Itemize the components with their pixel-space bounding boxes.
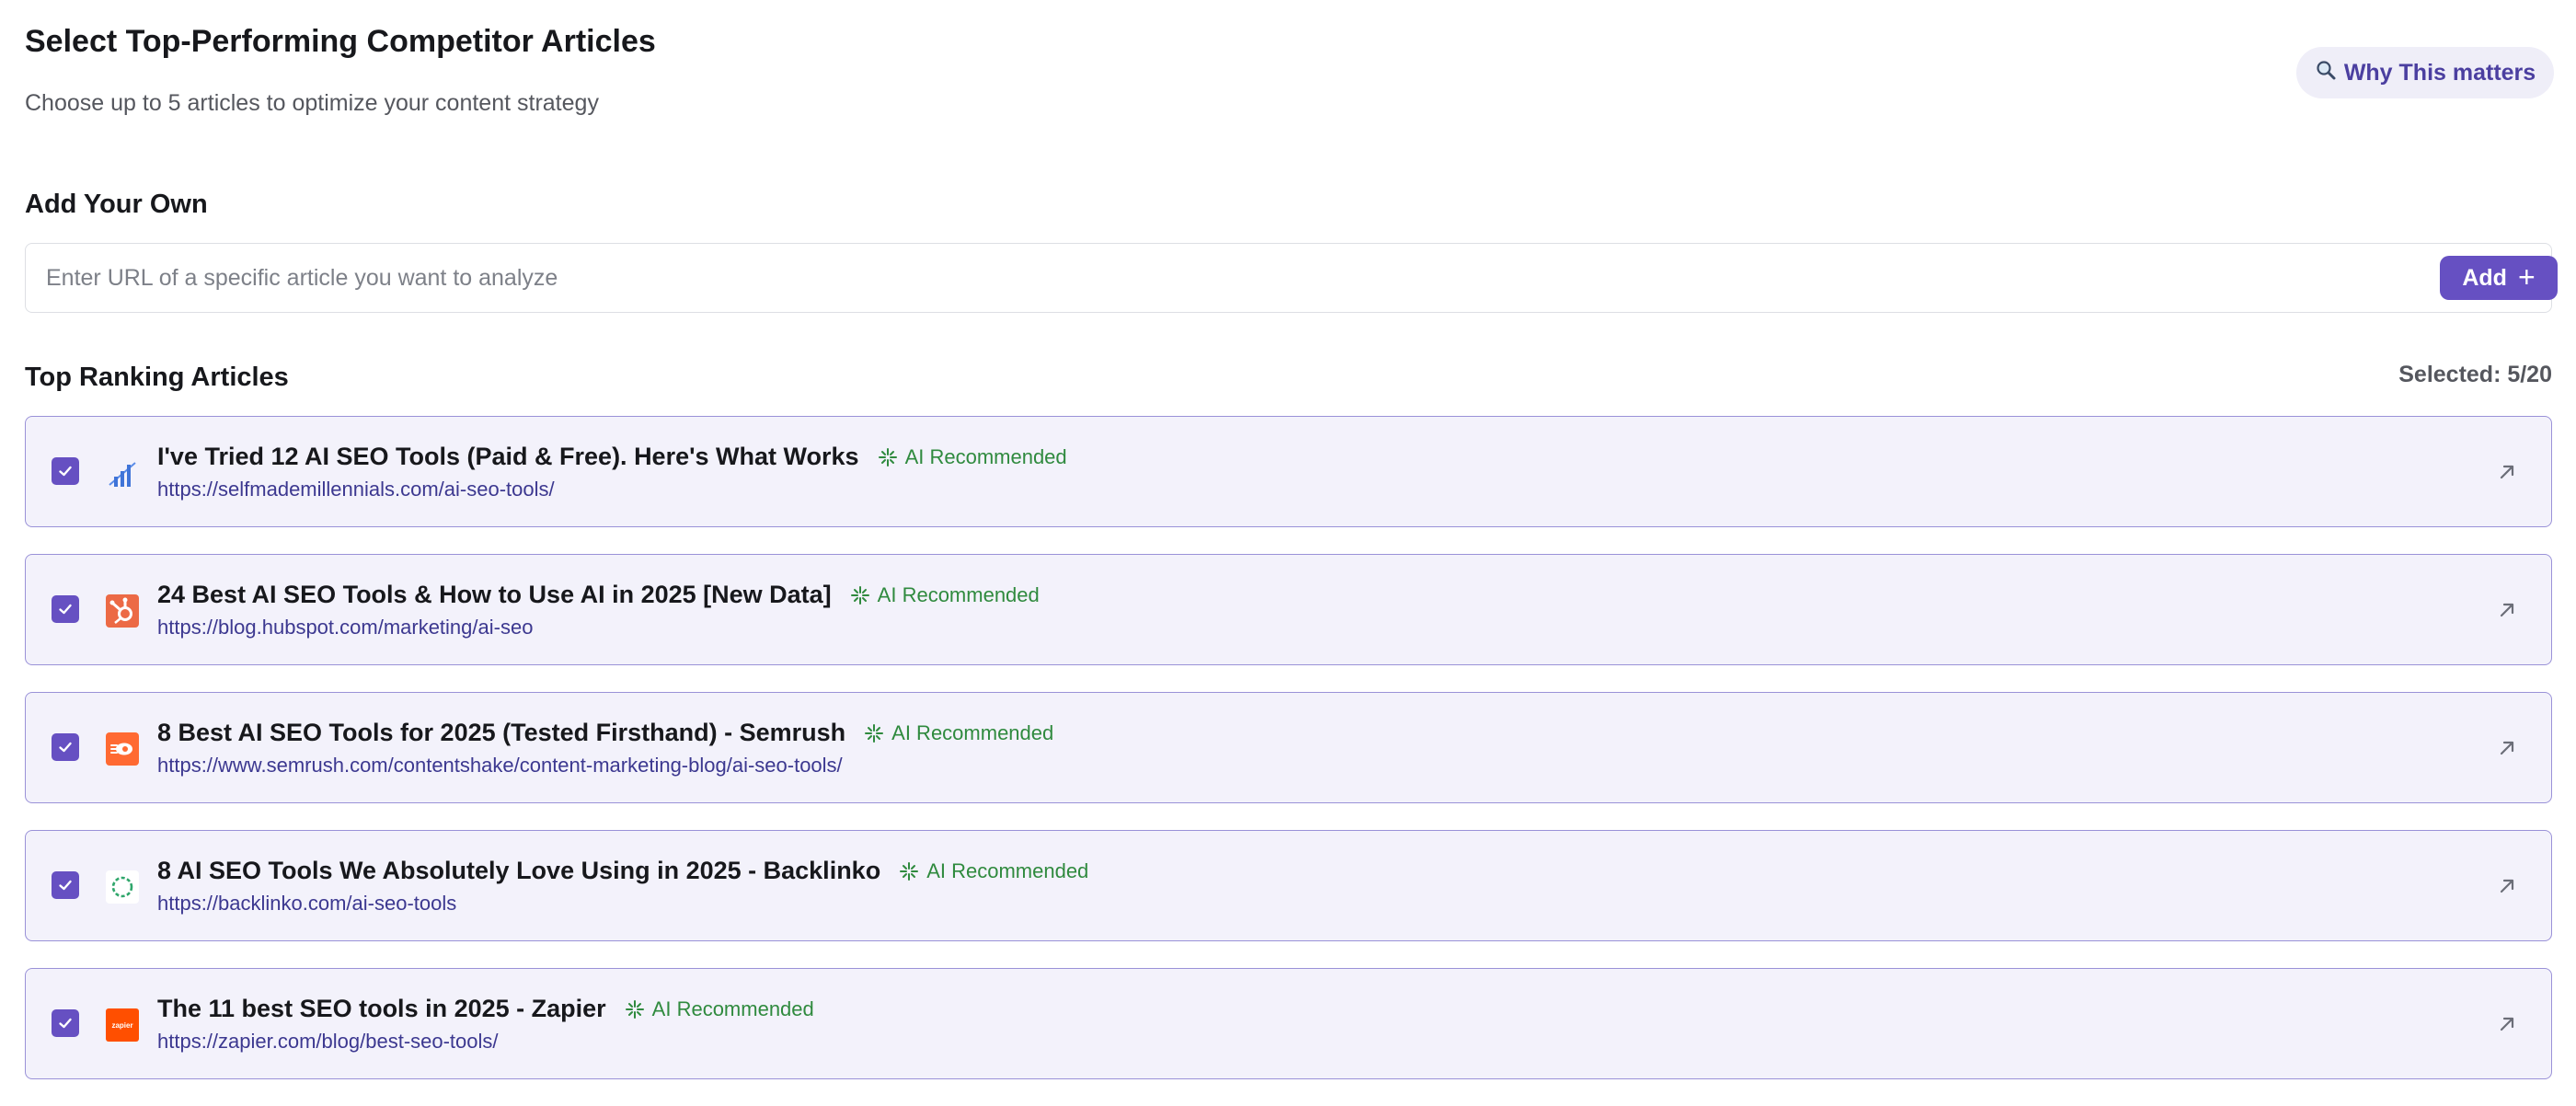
article-card[interactable]: 24 Best AI SEO Tools & How to Use AI in … [25,554,2552,665]
article-title[interactable]: 24 Best AI SEO Tools & How to Use AI in … [157,581,832,609]
why-this-matters-label: Why This matters [2343,59,2536,86]
url-input[interactable] [44,244,2403,313]
backlinko-logo-icon [106,870,139,904]
article-url[interactable]: https://www.semrush.com/contentshake/con… [157,754,843,778]
article-title[interactable]: 8 Best AI SEO Tools for 2025 (Tested Fir… [157,719,845,747]
ai-recommended-badge: AI Recommended [878,445,1067,469]
open-external-icon[interactable] [2490,593,2524,627]
plus-icon: + [2517,259,2536,294]
article-title-row: 8 AI SEO Tools We Absolutely Love Using … [157,857,1088,885]
checkmark-icon [57,463,74,479]
sparkle-icon [899,861,919,881]
ai-recommended-label: AI Recommended [651,997,814,1020]
add-button-label: Add [2462,264,2507,291]
ai-recommended-label: AI Recommended [877,582,1040,606]
ai-recommended-badge: AI Recommended [899,859,1088,883]
sparkle-icon [625,999,645,1020]
checkmark-icon [57,1015,74,1031]
articles-list: I've Tried 12 AI SEO Tools (Paid & Free)… [25,416,2552,1106]
article-title[interactable]: I've Tried 12 AI SEO Tools (Paid & Free)… [157,443,859,471]
article-url[interactable]: https://zapier.com/blog/best-seo-tools/ [157,1030,499,1054]
svg-text:zapier: zapier [111,1021,132,1030]
article-card[interactable]: zapier The 11 best SEO tools in 2025 - Za… [25,968,2552,1079]
add-button[interactable]: Add + [2440,256,2558,300]
article-title-row: The 11 best SEO tools in 2025 - Zapier AI… [157,995,814,1023]
ai-recommended-badge: AI Recommended [625,997,814,1021]
article-checkbox[interactable] [52,871,79,899]
why-this-matters-button[interactable]: Why This matters [2296,47,2554,98]
sparkle-icon [850,585,870,605]
ai-recommended-label: AI Recommended [904,444,1067,468]
hubspot-logo-icon [106,594,139,628]
article-card[interactable]: I've Tried 12 AI SEO Tools (Paid & Free)… [25,416,2552,527]
article-checkbox[interactable] [52,733,79,761]
checkmark-icon [57,601,74,617]
article-card[interactable]: 8 Best AI SEO Tools for 2025 (Tested Fir… [25,692,2552,803]
checkmark-icon [57,877,74,893]
ai-recommended-label: AI Recommended [891,720,1054,744]
article-url[interactable]: https://blog.hubspot.com/marketing/ai-se… [157,616,533,639]
page-subtitle: Choose up to 5 articles to optimize your… [25,90,599,116]
article-title-row: I've Tried 12 AI SEO Tools (Paid & Free)… [157,443,1067,471]
open-external-icon[interactable] [2490,732,2524,765]
checkmark-icon [57,739,74,755]
article-card[interactable]: 8 AI SEO Tools We Absolutely Love Using … [25,830,2552,941]
article-title[interactable]: The 11 best SEO tools in 2025 - Zapier [157,995,606,1023]
url-input-bar: Add + [25,243,2558,313]
selected-count: Selected: 5/20 [2398,362,2552,387]
article-url[interactable]: https://backlinko.com/ai-seo-tools [157,892,456,916]
magnifier-icon [2315,59,2337,87]
top-ranking-heading: Top Ranking Articles [25,363,289,392]
open-external-icon[interactable] [2490,455,2524,489]
ai-recommended-badge: AI Recommended [864,721,1053,745]
article-title-row: 24 Best AI SEO Tools & How to Use AI in … [157,581,1040,609]
bar-chart-icon [106,456,139,490]
article-title-row: 8 Best AI SEO Tools for 2025 (Tested Fir… [157,719,1053,747]
open-external-icon[interactable] [2490,1008,2524,1041]
semrush-logo-icon [106,732,139,766]
add-your-own-heading: Add Your Own [25,190,208,219]
ai-recommended-label: AI Recommended [926,858,1089,882]
article-checkbox[interactable] [52,457,79,485]
article-checkbox[interactable] [52,1009,79,1037]
page-title: Select Top-Performing Competitor Article… [25,24,656,59]
sparkle-icon [864,723,884,743]
article-title[interactable]: 8 AI SEO Tools We Absolutely Love Using … [157,857,880,885]
open-external-icon[interactable] [2490,870,2524,903]
sparkle-icon [878,447,898,467]
article-url[interactable]: https://selfmademillennials.com/ai-seo-t… [157,478,555,501]
ai-recommended-badge: AI Recommended [850,583,1040,607]
zapier-logo-icon: zapier [106,1008,139,1042]
article-checkbox[interactable] [52,595,79,623]
